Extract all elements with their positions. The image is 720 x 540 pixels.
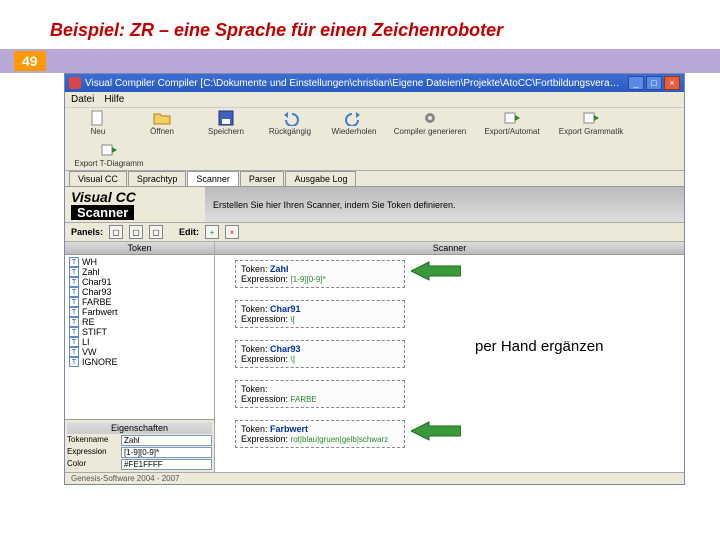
tool-export-tdiagram[interactable]: Export T-Diagramm bbox=[69, 142, 149, 168]
properties-panel: Eigenschaften TokennameZahl Expression[1… bbox=[65, 419, 214, 472]
token-card-char91[interactable]: Token: Char91 Expression: \[ bbox=[235, 300, 405, 328]
token-card-char93[interactable]: Token: Char93 Expression: \] bbox=[235, 340, 405, 368]
tool-new[interactable]: Neu bbox=[69, 110, 127, 136]
list-item[interactable]: TVW bbox=[67, 347, 212, 357]
page-number-badge: 49 bbox=[14, 51, 46, 71]
list-item[interactable]: TSTIFT bbox=[67, 327, 212, 337]
redo-icon bbox=[344, 110, 364, 126]
menubar: Datei Hilfe bbox=[65, 92, 684, 108]
save-icon bbox=[216, 110, 236, 126]
tab-parser[interactable]: Parser bbox=[240, 171, 285, 186]
tool-export-grammar[interactable]: Export Grammatik bbox=[553, 110, 629, 136]
tab-log[interactable]: Ausgabe Log bbox=[285, 171, 356, 186]
tabs: Visual CC Sprachtyp Scanner Parser Ausga… bbox=[65, 171, 684, 187]
banner-logo: Visual CC Scanner bbox=[65, 187, 205, 222]
token-card-farbe[interactable]: Token: Expression: FARBE bbox=[235, 380, 405, 408]
list-item[interactable]: TFarbwert bbox=[67, 307, 212, 317]
tab-sprachtyp[interactable]: Sprachtyp bbox=[128, 171, 187, 186]
list-item[interactable]: TChar91 bbox=[67, 277, 212, 287]
scanner-column-header: Scanner bbox=[215, 242, 684, 255]
prop-tokenname-label: Tokenname bbox=[67, 435, 121, 446]
annotation-text: per Hand ergänzen bbox=[475, 338, 603, 355]
token-column-header: Token bbox=[65, 242, 214, 255]
tool-save[interactable]: Speichern bbox=[197, 110, 255, 136]
menu-file[interactable]: Datei bbox=[71, 94, 94, 105]
arrow-icon bbox=[411, 420, 461, 442]
left-column: Token TWH TZahl TChar91 TChar93 TFARBE T… bbox=[65, 242, 215, 472]
list-item[interactable]: TLI bbox=[67, 337, 212, 347]
prop-tokenname-value[interactable]: Zahl bbox=[121, 435, 212, 446]
panel-btn-3[interactable]: ▢ bbox=[149, 225, 163, 239]
tool-open[interactable]: Öffnen bbox=[133, 110, 191, 136]
edit-remove-button[interactable]: × bbox=[225, 225, 239, 239]
list-item[interactable]: TChar93 bbox=[67, 287, 212, 297]
list-item[interactable]: TIGNORE bbox=[67, 357, 212, 367]
properties-header: Eigenschaften bbox=[67, 422, 212, 434]
new-icon bbox=[88, 110, 108, 126]
undo-icon bbox=[280, 110, 300, 126]
export-icon bbox=[99, 142, 119, 158]
app-window: Visual Compiler Compiler [C:\Dokumente u… bbox=[64, 73, 685, 485]
panels-label: Panels: bbox=[71, 227, 103, 237]
maximize-button[interactable]: □ bbox=[646, 76, 662, 90]
titlebar: Visual Compiler Compiler [C:\Dokumente u… bbox=[65, 74, 684, 92]
prop-color-label: Color bbox=[67, 459, 121, 470]
gear-icon bbox=[420, 110, 440, 126]
tool-export-automat[interactable]: Export/Automat bbox=[477, 110, 547, 136]
page-strip: 49 bbox=[0, 49, 720, 73]
tab-scanner[interactable]: Scanner bbox=[187, 171, 239, 186]
token-card-zahl[interactable]: Token: Zahl Expression: [1-9][0-9]* bbox=[235, 260, 405, 288]
list-item[interactable]: TFARBE bbox=[67, 297, 212, 307]
panel-btn-1[interactable]: ▢ bbox=[109, 225, 123, 239]
tool-undo[interactable]: Rückgängig bbox=[261, 110, 319, 136]
token-card-farbwert[interactable]: Token: Farbwert Expression: rot|blau|gru… bbox=[235, 420, 405, 448]
tab-visualcc[interactable]: Visual CC bbox=[69, 171, 127, 186]
right-column: Scanner Token: Zahl Expression: [1-9][0-… bbox=[215, 242, 684, 472]
tool-redo[interactable]: Wiederholen bbox=[325, 110, 383, 136]
list-item[interactable]: TWH bbox=[67, 257, 212, 267]
workspace: Token TWH TZahl TChar91 TChar93 TFARBE T… bbox=[65, 242, 684, 472]
list-item[interactable]: TRE bbox=[67, 317, 212, 327]
toolbar: Neu Öffnen Speichern Rückgängig Wiederho… bbox=[65, 108, 684, 171]
arrow-icon bbox=[411, 260, 461, 282]
panel-btn-2[interactable]: ▢ bbox=[129, 225, 143, 239]
edit-label: Edit: bbox=[179, 227, 199, 237]
export-icon bbox=[581, 110, 601, 126]
close-button[interactable]: × bbox=[664, 76, 680, 90]
prop-expression-value[interactable]: [1-9][0-9]* bbox=[121, 447, 212, 458]
edit-add-button[interactable]: + bbox=[205, 225, 219, 239]
window-title: Visual Compiler Compiler [C:\Dokumente u… bbox=[85, 78, 628, 89]
prop-color-value[interactable]: #FE1FFFF bbox=[121, 459, 212, 470]
prop-expression-label: Expression bbox=[67, 447, 121, 458]
tool-compile[interactable]: Compiler generieren bbox=[389, 110, 471, 136]
panels-bar: Panels: ▢ ▢ ▢ Edit: + × bbox=[65, 223, 684, 242]
menu-help[interactable]: Hilfe bbox=[104, 94, 124, 105]
statusbar: Genesis-Software 2004 - 2007 bbox=[65, 472, 684, 484]
export-icon bbox=[502, 110, 522, 126]
list-item[interactable]: TZahl bbox=[67, 267, 212, 277]
open-icon bbox=[152, 110, 172, 126]
app-icon bbox=[69, 77, 81, 89]
banner-hint: Erstellen Sie hier Ihren Scanner, indem … bbox=[205, 187, 684, 222]
token-list: TWH TZahl TChar91 TChar93 TFARBE TFarbwe… bbox=[65, 255, 214, 419]
minimize-button[interactable]: _ bbox=[628, 76, 644, 90]
slide-title: Beispiel: ZR – eine Sprache für einen Ze… bbox=[0, 0, 720, 49]
banner: Visual CC Scanner Erstellen Sie hier Ihr… bbox=[65, 187, 684, 223]
